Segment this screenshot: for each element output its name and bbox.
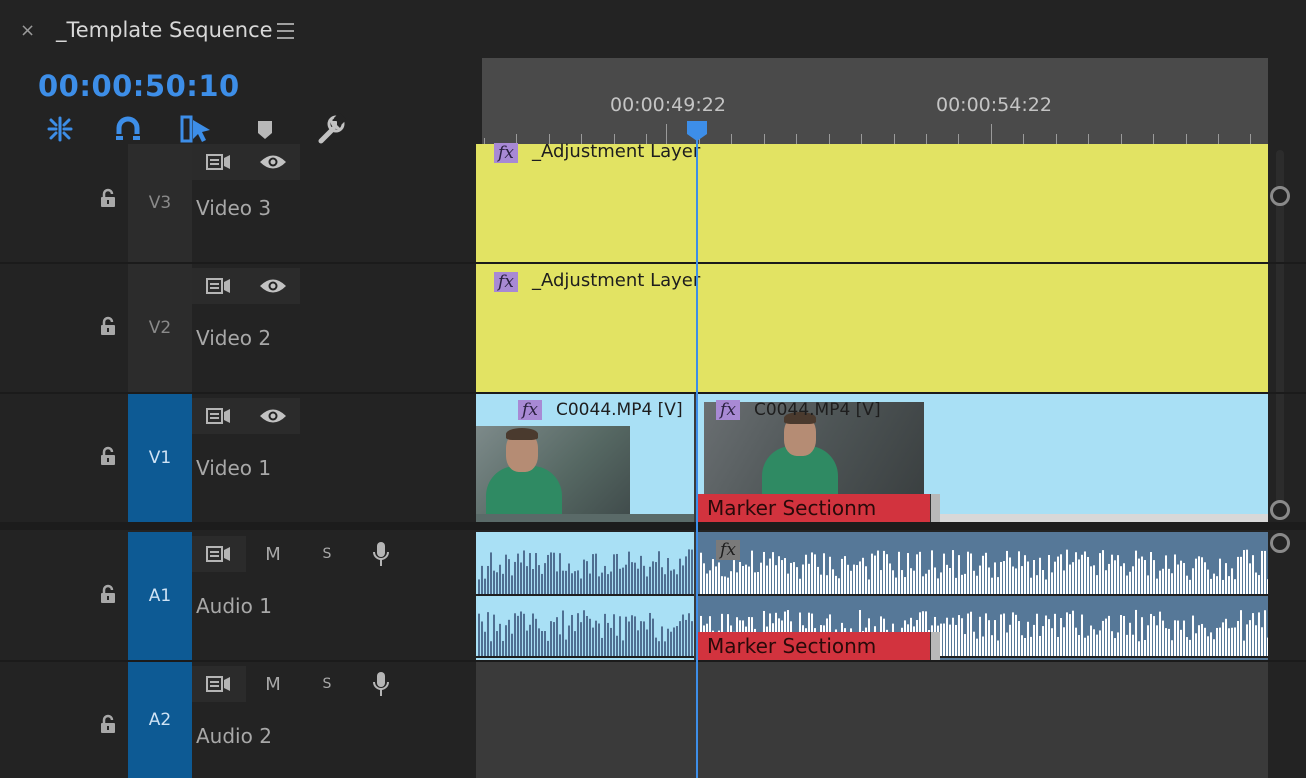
- fx-badge: fx: [494, 143, 518, 163]
- video-scroll-handle[interactable]: [1270, 186, 1290, 206]
- lock-icon[interactable]: [98, 584, 118, 604]
- clip-marker[interactable]: Marker Sectionm: [698, 494, 930, 522]
- adjustment-layer-clip[interactable]: fx _Adjustment Layer: [476, 141, 1268, 262]
- close-tab-icon[interactable]: ×: [20, 19, 35, 43]
- ruler-label: 00:00:54:22: [936, 94, 1052, 116]
- lock-icon[interactable]: [98, 316, 118, 336]
- sync-lock-icon[interactable]: [192, 666, 246, 702]
- track-header-a1: A1 M S Audio 1: [0, 532, 472, 660]
- track-target-a2[interactable]: A2: [128, 662, 192, 778]
- adjustment-layer-clip[interactable]: fx _Adjustment Layer: [476, 264, 1268, 392]
- track-name-v2[interactable]: Video 2: [196, 326, 271, 350]
- audio-clip-left[interactable]: [476, 532, 694, 660]
- eye-icon[interactable]: [246, 144, 300, 180]
- fx-badge: fx: [494, 272, 518, 292]
- sequence-title[interactable]: _Template Sequence: [56, 16, 273, 44]
- playhead-line[interactable]: [696, 140, 698, 778]
- lane-v1[interactable]: fx C0044.MP4 [V] fx C0044.MP4 [V] Marker…: [476, 394, 1268, 522]
- mute-button[interactable]: M: [246, 536, 300, 572]
- track-name-v1[interactable]: Video 1: [196, 456, 271, 480]
- audio-scroll-handle[interactable]: [1270, 533, 1290, 553]
- clip-label: C0044.MP4 [V]: [754, 400, 881, 420]
- lock-icon[interactable]: [98, 188, 118, 208]
- playhead-handle[interactable]: [686, 120, 708, 142]
- track-target-a1[interactable]: A1: [128, 532, 192, 660]
- sync-lock-icon[interactable]: [192, 536, 246, 572]
- track-name-a2[interactable]: Audio 2: [196, 724, 272, 748]
- eye-icon[interactable]: [246, 268, 300, 304]
- add-marker-icon[interactable]: [248, 112, 282, 146]
- lane-a2[interactable]: [476, 662, 1268, 778]
- track-target-v1[interactable]: V1: [128, 394, 192, 522]
- marker-end-handle[interactable]: [930, 494, 940, 522]
- fx-badge: fx: [716, 540, 740, 560]
- clip-thumbnail: [476, 426, 630, 522]
- mute-button[interactable]: M: [246, 666, 300, 702]
- sync-lock-icon[interactable]: [192, 268, 246, 304]
- linked-selection-icon[interactable]: [111, 112, 145, 146]
- clip-label: _Adjustment Layer: [532, 270, 701, 291]
- lock-icon[interactable]: [98, 446, 118, 466]
- clip-label: _Adjustment Layer: [532, 141, 701, 162]
- playhead-timecode[interactable]: 00:00:50:10: [38, 66, 240, 106]
- solo-button[interactable]: S: [300, 666, 354, 702]
- eye-icon[interactable]: [246, 398, 300, 434]
- track-header-v1: V1 Video 1: [0, 394, 472, 522]
- insert-overwrite-icon[interactable]: [179, 112, 213, 146]
- snap-icon[interactable]: [43, 112, 77, 146]
- track-name-a1[interactable]: Audio 1: [196, 594, 272, 618]
- track-header-v2: V2 Video 2: [0, 264, 472, 392]
- video-scroll-handle[interactable]: [1270, 500, 1290, 520]
- lane-v3[interactable]: fx _Adjustment Layer: [476, 141, 1268, 262]
- ruler-label: 00:00:49:22: [610, 94, 726, 116]
- timeline-settings-icon[interactable]: [314, 112, 348, 146]
- panel-menu-icon[interactable]: [277, 23, 294, 39]
- solo-button[interactable]: S: [300, 536, 354, 572]
- lane-v2[interactable]: fx _Adjustment Layer: [476, 264, 1268, 392]
- track-header-a2: A2 M S Audio 2: [0, 662, 472, 778]
- microphone-icon[interactable]: [354, 536, 408, 572]
- marker-end-handle[interactable]: [930, 632, 940, 660]
- sync-lock-icon[interactable]: [192, 144, 246, 180]
- video-clip-left[interactable]: fx C0044.MP4 [V]: [476, 394, 694, 522]
- sequence-tab-bar: × _Template Sequence: [0, 0, 1306, 60]
- microphone-icon[interactable]: [354, 666, 408, 702]
- fx-badge: fx: [518, 400, 542, 420]
- track-header-v3: V3 Video 3: [0, 144, 472, 262]
- clip-marker[interactable]: Marker Sectionm: [698, 632, 930, 660]
- fx-badge: fx: [716, 400, 740, 420]
- lock-icon[interactable]: [98, 714, 118, 734]
- track-target-v3[interactable]: V3: [128, 144, 192, 262]
- track-name-v3[interactable]: Video 3: [196, 196, 271, 220]
- audio-waveform: [476, 549, 694, 658]
- lane-a1[interactable]: fx Marker Sectionm: [476, 532, 1268, 660]
- track-target-v2[interactable]: V2: [128, 264, 192, 392]
- clip-label: C0044.MP4 [V]: [556, 400, 683, 420]
- sync-lock-icon[interactable]: [192, 398, 246, 434]
- time-ruler[interactable]: 00:00:49:22 00:00:54:22: [482, 58, 1268, 144]
